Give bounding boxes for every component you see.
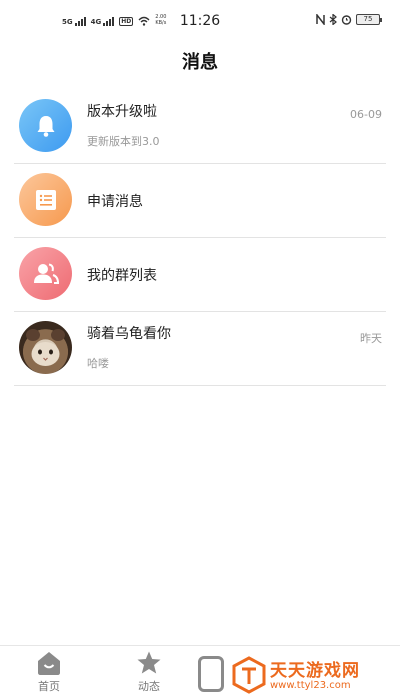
status-bar: 5G 4G HD 2.00 KB/s 11:26 75 [0,0,400,44]
message-preview: 哈喽 [87,357,109,370]
bell-icon [19,99,72,152]
tab-home[interactable]: 首页 [19,650,79,694]
message-title: 版本升级啦 [87,104,157,120]
message-time: 昨天 [360,332,382,345]
tab-label: 动态 [138,680,160,693]
watermark: 天天游戏网 www.ttyl23.com [228,652,400,700]
message-item-group-list[interactable]: 我的群列表 [14,238,386,312]
watermark-logo [232,656,266,694]
message-title: 骑着乌龟看你 [87,326,171,342]
page-title: 消息 [182,52,218,73]
star-icon [137,651,161,674]
message-item-chat[interactable]: 骑着乌龟看你 哈喽 昨天 [14,312,386,386]
home-icon [38,652,60,675]
watermark-title: 天天游戏网 [270,661,360,681]
message-preview: 更新版本到3.0 [87,135,160,148]
battery-icon: 75 [356,14,382,25]
message-title: 申请消息 [87,194,143,210]
tab-label: 首页 [38,680,60,693]
message-item-apply[interactable]: 申请消息 [14,164,386,238]
message-item-version-update[interactable]: 版本升级啦 更新版本到3.0 06-09 [14,90,386,164]
message-title: 我的群列表 [87,268,157,284]
tab-dynamic[interactable]: 动态 [119,650,179,694]
cat-avatar [19,321,72,374]
message-list: 版本升级啦 更新版本到3.0 06-09 申请消息 我的群列表 骑着乌龟看你 哈… [14,90,386,386]
tab-message[interactable] [198,656,224,692]
bluetooth-icon [329,14,337,25]
alarm-icon [341,15,352,25]
status-right: 75 [316,14,382,25]
nfc-icon [316,14,325,25]
form-icon [19,173,72,226]
message-time: 06-09 [350,108,382,121]
watermark-url: www.ttyl23.com [270,680,351,691]
group-icon [19,247,72,300]
